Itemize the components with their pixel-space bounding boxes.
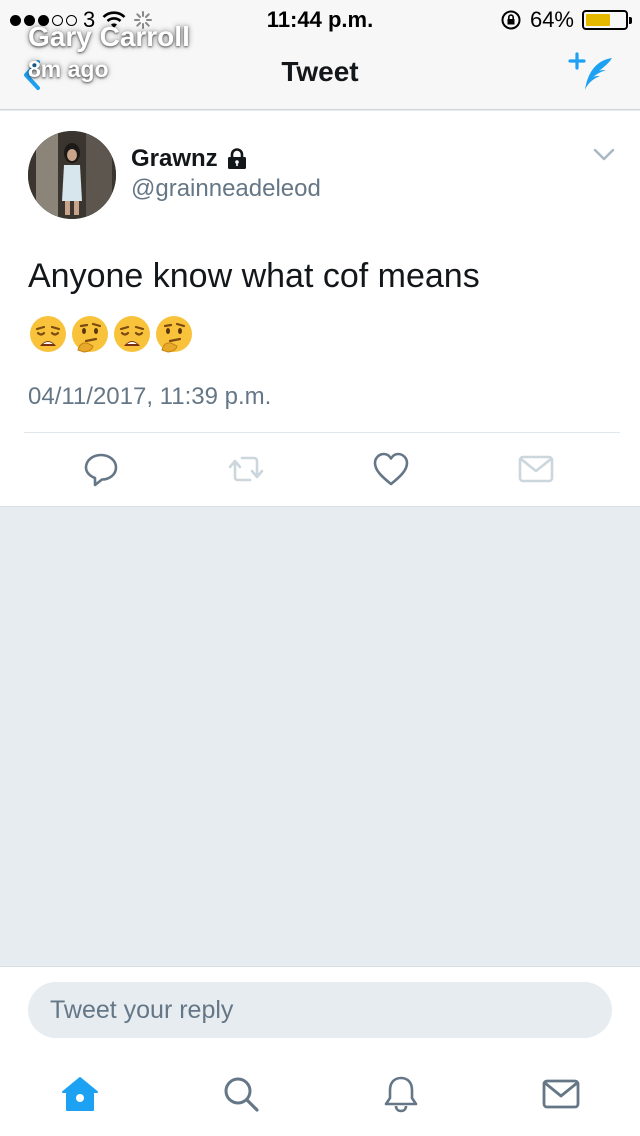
- story-author-name: Gary Carroll: [28, 21, 190, 52]
- search-icon: [224, 1077, 259, 1112]
- story-overlay: Gary Carroll 8m ago: [28, 20, 190, 84]
- reply-icon: [84, 453, 118, 487]
- profile-photo: [28, 131, 116, 219]
- thinking-face-emoji: [72, 316, 108, 353]
- weary-face-emoji: [30, 316, 66, 352]
- tweet-options-button[interactable]: [592, 147, 616, 163]
- lock-icon: [227, 148, 246, 169]
- status-right: 64%: [500, 7, 632, 33]
- tweet-text: Anyone know what cof means: [28, 257, 480, 295]
- compose-tweet-button[interactable]: [568, 52, 618, 96]
- battery-icon: [582, 10, 632, 30]
- thinking-face-emoji: [156, 316, 192, 353]
- rotation-lock-icon: [501, 10, 521, 30]
- tab-search[interactable]: [221, 1074, 261, 1114]
- chevron-down-icon: [593, 148, 615, 161]
- divider: [24, 432, 620, 433]
- author-name-row[interactable]: Grawnz: [131, 145, 248, 173]
- tweet-emojis: [28, 314, 194, 354]
- avatar[interactable]: [28, 131, 116, 219]
- tab-home[interactable]: [60, 1074, 100, 1114]
- battery-percentage: 64%: [529, 7, 574, 32]
- tab-notifications[interactable]: [381, 1074, 421, 1114]
- tab-bar: [0, 1044, 640, 1136]
- retweet-button[interactable]: [226, 449, 266, 489]
- author-display-name: Grawnz: [131, 145, 218, 172]
- tab-messages[interactable]: [541, 1074, 581, 1114]
- direct-message-button[interactable]: [516, 449, 556, 489]
- notifications-icon: [384, 1076, 418, 1113]
- tweet-detail: Grawnz @grainneadeleod Anyone know what …: [0, 111, 640, 507]
- like-button[interactable]: [371, 449, 411, 489]
- author-handle[interactable]: @grainneadeleod: [131, 175, 321, 203]
- story-time-ago: 8m ago: [28, 56, 109, 82]
- reply-input[interactable]: Tweet your reply: [28, 982, 612, 1038]
- weary-face-emoji: [114, 316, 150, 352]
- compose-tweet-icon: [568, 52, 612, 90]
- reply-button[interactable]: [81, 449, 121, 489]
- reply-composer: Tweet your reply: [0, 966, 640, 1044]
- tweet-timestamp: 04/11/2017, 11:39 p.m.: [28, 383, 272, 410]
- like-icon: [373, 452, 409, 486]
- messages-icon: [542, 1079, 580, 1109]
- retweet-icon: [228, 456, 264, 482]
- direct-message-icon: [518, 455, 554, 483]
- home-icon: [62, 1077, 98, 1111]
